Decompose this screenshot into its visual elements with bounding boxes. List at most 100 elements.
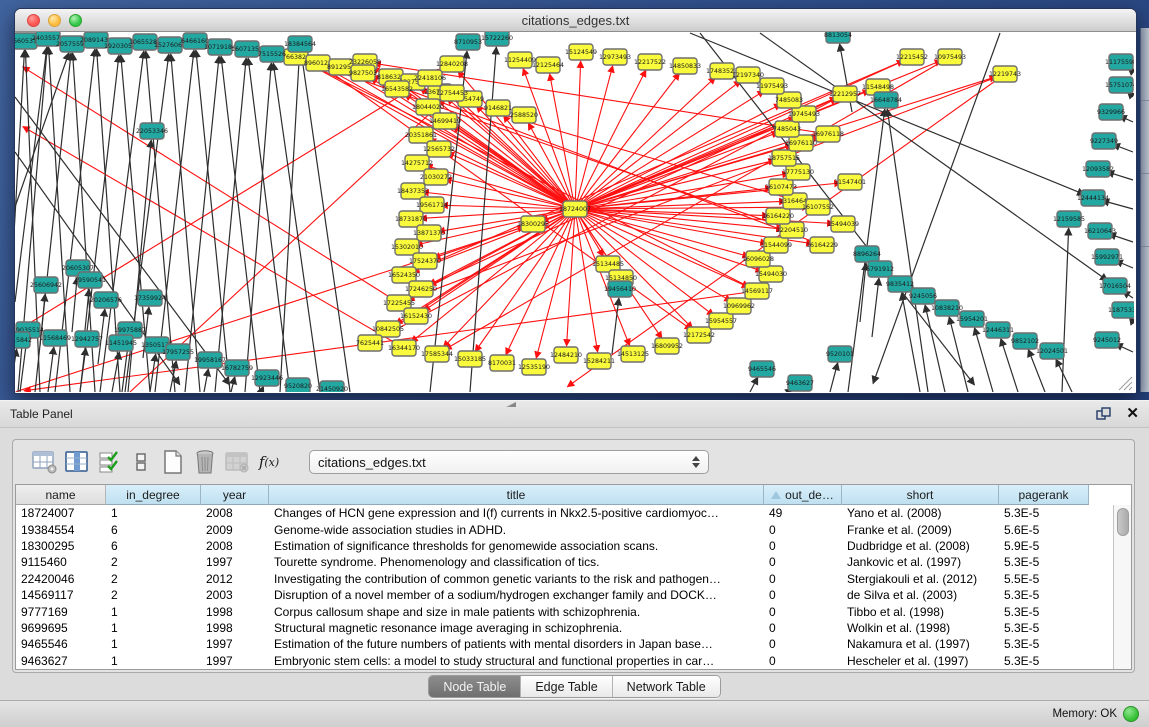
column-header-in_degree[interactable]: in_degree	[106, 485, 201, 505]
graph-node-label: 19456410	[604, 286, 636, 293]
scrollbar-thumb[interactable]	[1117, 508, 1129, 536]
graph-edge	[301, 53, 350, 392]
row-height-button[interactable]	[127, 449, 155, 475]
graph-node-label: 8170031	[488, 360, 516, 367]
graph-node-label: 16524350	[388, 272, 420, 279]
graph-node-label: 16344170	[388, 345, 420, 352]
select-columns-button[interactable]	[95, 449, 123, 475]
graph-edge	[296, 57, 749, 287]
graph-node-label: 17775130	[782, 169, 814, 176]
graph-node-label: 11875330	[1108, 307, 1134, 314]
graph-node-label: 16648784	[870, 97, 902, 104]
graph-node-label: 10838210	[931, 305, 963, 312]
graph-node-label: 19975887	[114, 327, 146, 334]
graph-edge	[245, 63, 271, 392]
graph-node-label: 9329966	[1097, 109, 1125, 116]
table-row[interactable]: 1938455462009Genome-wide association stu…	[16, 521, 1131, 537]
graph-node-label: 12754453	[436, 90, 468, 97]
graph-node-label: 18731870	[395, 216, 427, 223]
table-row[interactable]: 946362711997Embryonic stem cells: a mode…	[16, 653, 1131, 669]
graph-node-label: 19561714	[416, 202, 448, 209]
table-row[interactable]: 911546021997Tourette syndrome. Phenomeno…	[16, 554, 1131, 570]
show-column-button[interactable]	[63, 449, 91, 475]
new-table-button[interactable]	[159, 449, 187, 475]
network-table-select[interactable]: citations_edges.txt	[309, 450, 709, 474]
graph-node-label: 21030272	[420, 174, 452, 181]
float-panel-icon[interactable]	[1096, 407, 1112, 421]
tab-node-table[interactable]: Node Table	[429, 676, 521, 697]
graph-node-label: 16976110	[785, 140, 817, 147]
column-header-title[interactable]: title	[269, 485, 764, 505]
graph-node-label: 8813054	[824, 32, 852, 39]
graph-edge	[575, 81, 741, 209]
memory-status-indicator[interactable]	[1123, 706, 1139, 722]
resize-grip-icon[interactable]	[1119, 377, 1132, 390]
graph-node-label: 20206576	[90, 297, 122, 304]
graph-node-label: 22053346	[136, 128, 168, 135]
column-header-year[interactable]: year	[201, 485, 269, 505]
graph-node-label: 8710953	[454, 39, 482, 46]
close-panel-icon[interactable]: ✕	[1126, 407, 1139, 421]
graph-node-label: 18724007	[559, 206, 591, 213]
tab-network-table[interactable]: Network Table	[613, 676, 720, 697]
graph-node-label: 17016504	[1099, 283, 1131, 290]
window-titlebar[interactable]: citations_edges.txt	[15, 9, 1136, 32]
graph-node-label: 9465546	[748, 366, 776, 373]
graph-node-label: 16164229	[806, 242, 838, 249]
graph-edge	[949, 317, 968, 392]
graph-node-label: 12484210	[550, 352, 582, 359]
table-row[interactable]: 1456911722003Disruption of a novel membe…	[16, 587, 1131, 603]
graph-edge	[612, 298, 619, 354]
graph-node-label: 10969962	[723, 303, 755, 310]
graph-node-label: 7485043	[773, 126, 801, 133]
function-builder-button[interactable]: f(x)	[255, 449, 283, 475]
table-settings-button[interactable]	[31, 449, 59, 475]
table-vertical-scrollbar[interactable]	[1113, 505, 1131, 669]
graph-edge	[280, 53, 299, 392]
graph-node-label: 16107473	[765, 184, 797, 191]
table-row[interactable]: 969969511998Structural magnetic resonanc…	[16, 620, 1131, 636]
graph-edge	[567, 209, 575, 346]
graph-edge	[204, 369, 208, 392]
citation-network-graph[interactable]: 1872400776638228960128891295423226058982…	[15, 32, 1134, 392]
graph-node-label: 19958167	[194, 357, 226, 364]
graph-node-label: 2588520	[510, 112, 538, 119]
graph-node-label: 12923446	[251, 375, 283, 382]
table-row[interactable]: 1830029562008Estimation of significance …	[16, 538, 1131, 554]
graph-node-label: 12204510	[776, 227, 808, 234]
table-row[interactable]: 2242004622012Investigating the contribut…	[16, 571, 1131, 587]
delete-table-button[interactable]	[191, 449, 219, 475]
table-row[interactable]: 1872400712008Changes of HCN gene express…	[16, 505, 1131, 521]
column-header-pagerank[interactable]: pagerank	[999, 485, 1089, 505]
graph-node-label: 9852102	[1011, 338, 1039, 345]
graph-node-label: 9245012	[1093, 337, 1121, 344]
column-header-out_de[interactable]: out_de…	[764, 485, 842, 505]
graph-node-label: 16809952	[651, 343, 683, 350]
graph-node-label: 12973493	[599, 54, 631, 61]
graph-node-label: 14850833	[669, 63, 701, 70]
graph-node-label: 11547401	[834, 179, 866, 186]
column-header-short[interactable]: short	[842, 485, 999, 505]
graph-node-label: 12093582	[1082, 166, 1114, 173]
memory-status-label: Memory: OK	[1052, 708, 1117, 720]
network-canvas[interactable]: 1872400776638228960128891295423226058982…	[15, 32, 1134, 392]
table-row[interactable]: 977716911998Corpus callosum shape and si…	[16, 603, 1131, 619]
network-table-select-value: citations_edges.txt	[318, 455, 426, 470]
graph-node-label: 18300295	[517, 221, 549, 228]
table-row[interactable]: 946554611997Estimation of the future num…	[16, 636, 1131, 652]
graph-node-label: 15954201	[956, 316, 988, 323]
graph-node-label: 9835412	[886, 281, 914, 288]
graph-node-label: 14699419	[429, 118, 461, 125]
graph-edge	[15, 227, 524, 392]
graph-node-label: 18384564	[284, 41, 316, 48]
graph-node-label: 17225455	[383, 300, 415, 307]
graph-edge	[304, 60, 792, 230]
graph-node-label: 10842505	[372, 326, 404, 333]
graph-node-label: 3915842	[15, 337, 32, 344]
graph-node-label: 14513125	[617, 351, 649, 358]
graph-edge	[575, 209, 598, 352]
graph-edge	[215, 58, 246, 392]
column-header-name[interactable]: name	[16, 485, 106, 505]
graph-node-label: 22418106	[414, 75, 446, 82]
tab-edge-table[interactable]: Edge Table	[521, 676, 612, 697]
